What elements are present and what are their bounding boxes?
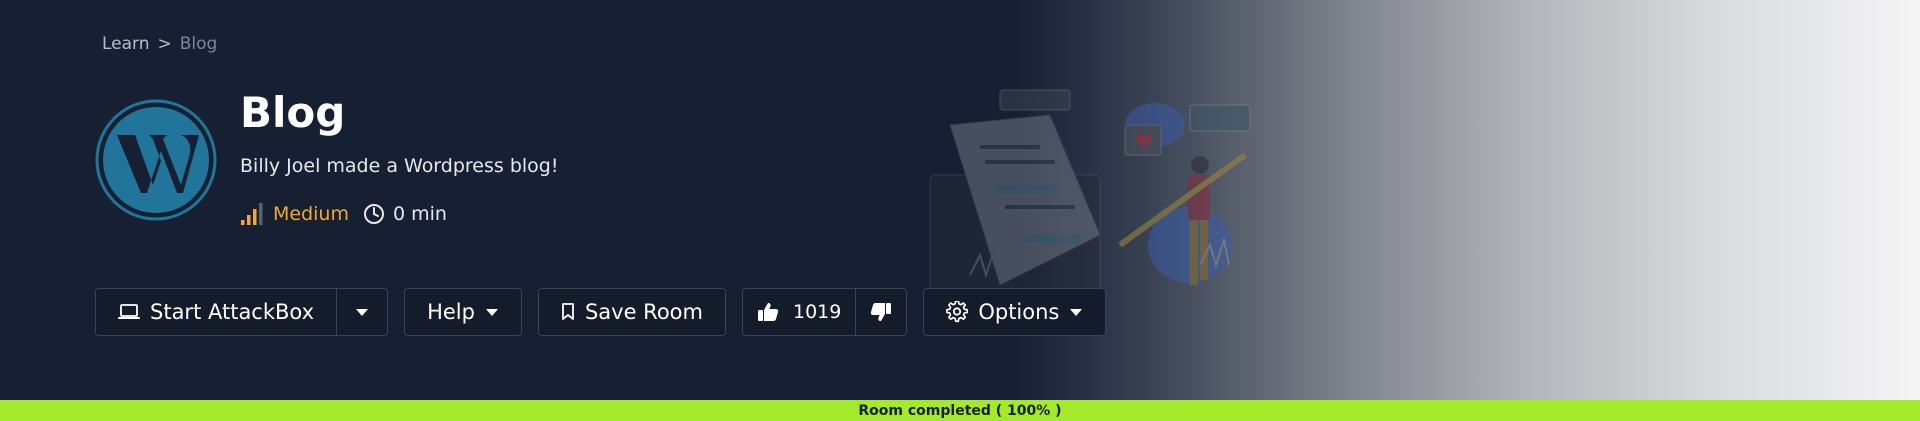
- save-room-group: Save Room: [537, 288, 726, 336]
- options-button[interactable]: Options: [924, 289, 1105, 335]
- room-title: Blog: [240, 88, 346, 137]
- laptop-icon: [118, 304, 140, 319]
- attackbox-dropdown-button[interactable]: [336, 289, 387, 335]
- breadcrumb-link-learn[interactable]: Learn: [102, 34, 150, 54]
- caret-down-icon: [356, 308, 369, 316]
- difficulty-badge: Medium: [240, 203, 349, 225]
- options-group: Options: [923, 288, 1107, 336]
- help-label: Help: [427, 300, 475, 324]
- room-actions: Start AttackBox Help Save Room 1019 Opti…: [95, 288, 1107, 336]
- breadcrumb-current: Blog: [179, 34, 218, 54]
- start-attackbox-button[interactable]: Start AttackBox: [96, 289, 336, 335]
- help-group: Help: [404, 288, 522, 336]
- help-button[interactable]: Help: [405, 289, 521, 335]
- duration-label: 0 min: [392, 203, 447, 225]
- wordpress-logo: [95, 99, 217, 221]
- room-meta: Medium 0 min: [240, 203, 447, 225]
- breadcrumb-separator: >: [157, 34, 172, 54]
- clock-icon: [363, 204, 384, 224]
- caret-down-icon: [485, 308, 498, 316]
- thumbs-down-icon: [871, 303, 892, 321]
- like-count: 1019: [792, 301, 842, 323]
- start-attackbox-label: Start AttackBox: [150, 300, 315, 324]
- like-button[interactable]: 1019: [743, 289, 855, 335]
- dislike-button[interactable]: [855, 289, 906, 335]
- vote-group: 1019: [741, 288, 908, 336]
- gear-icon: [946, 301, 969, 323]
- room-banner: [0, 0, 1920, 400]
- save-room-button[interactable]: Save Room: [539, 289, 725, 335]
- duration: 0 min: [363, 203, 447, 225]
- caret-down-icon: [1070, 308, 1083, 316]
- thumbs-up-icon: [757, 303, 779, 321]
- blog-illustration: [929, 89, 1251, 306]
- attackbox-group: Start AttackBox: [95, 288, 389, 336]
- options-label: Options: [978, 300, 1060, 324]
- bookmark-icon: [562, 303, 574, 320]
- difficulty-label: Medium: [273, 203, 349, 225]
- room-completed-label: Room completed ( 100% ): [858, 402, 1062, 419]
- room-progress-bar: Room completed ( 100% ): [0, 400, 1920, 421]
- room-description: Billy Joel made a Wordpress blog!: [240, 155, 559, 177]
- breadcrumb: Learn > Blog: [102, 34, 217, 54]
- save-room-label: Save Room: [584, 300, 703, 324]
- signal-bars-icon: [241, 203, 263, 225]
